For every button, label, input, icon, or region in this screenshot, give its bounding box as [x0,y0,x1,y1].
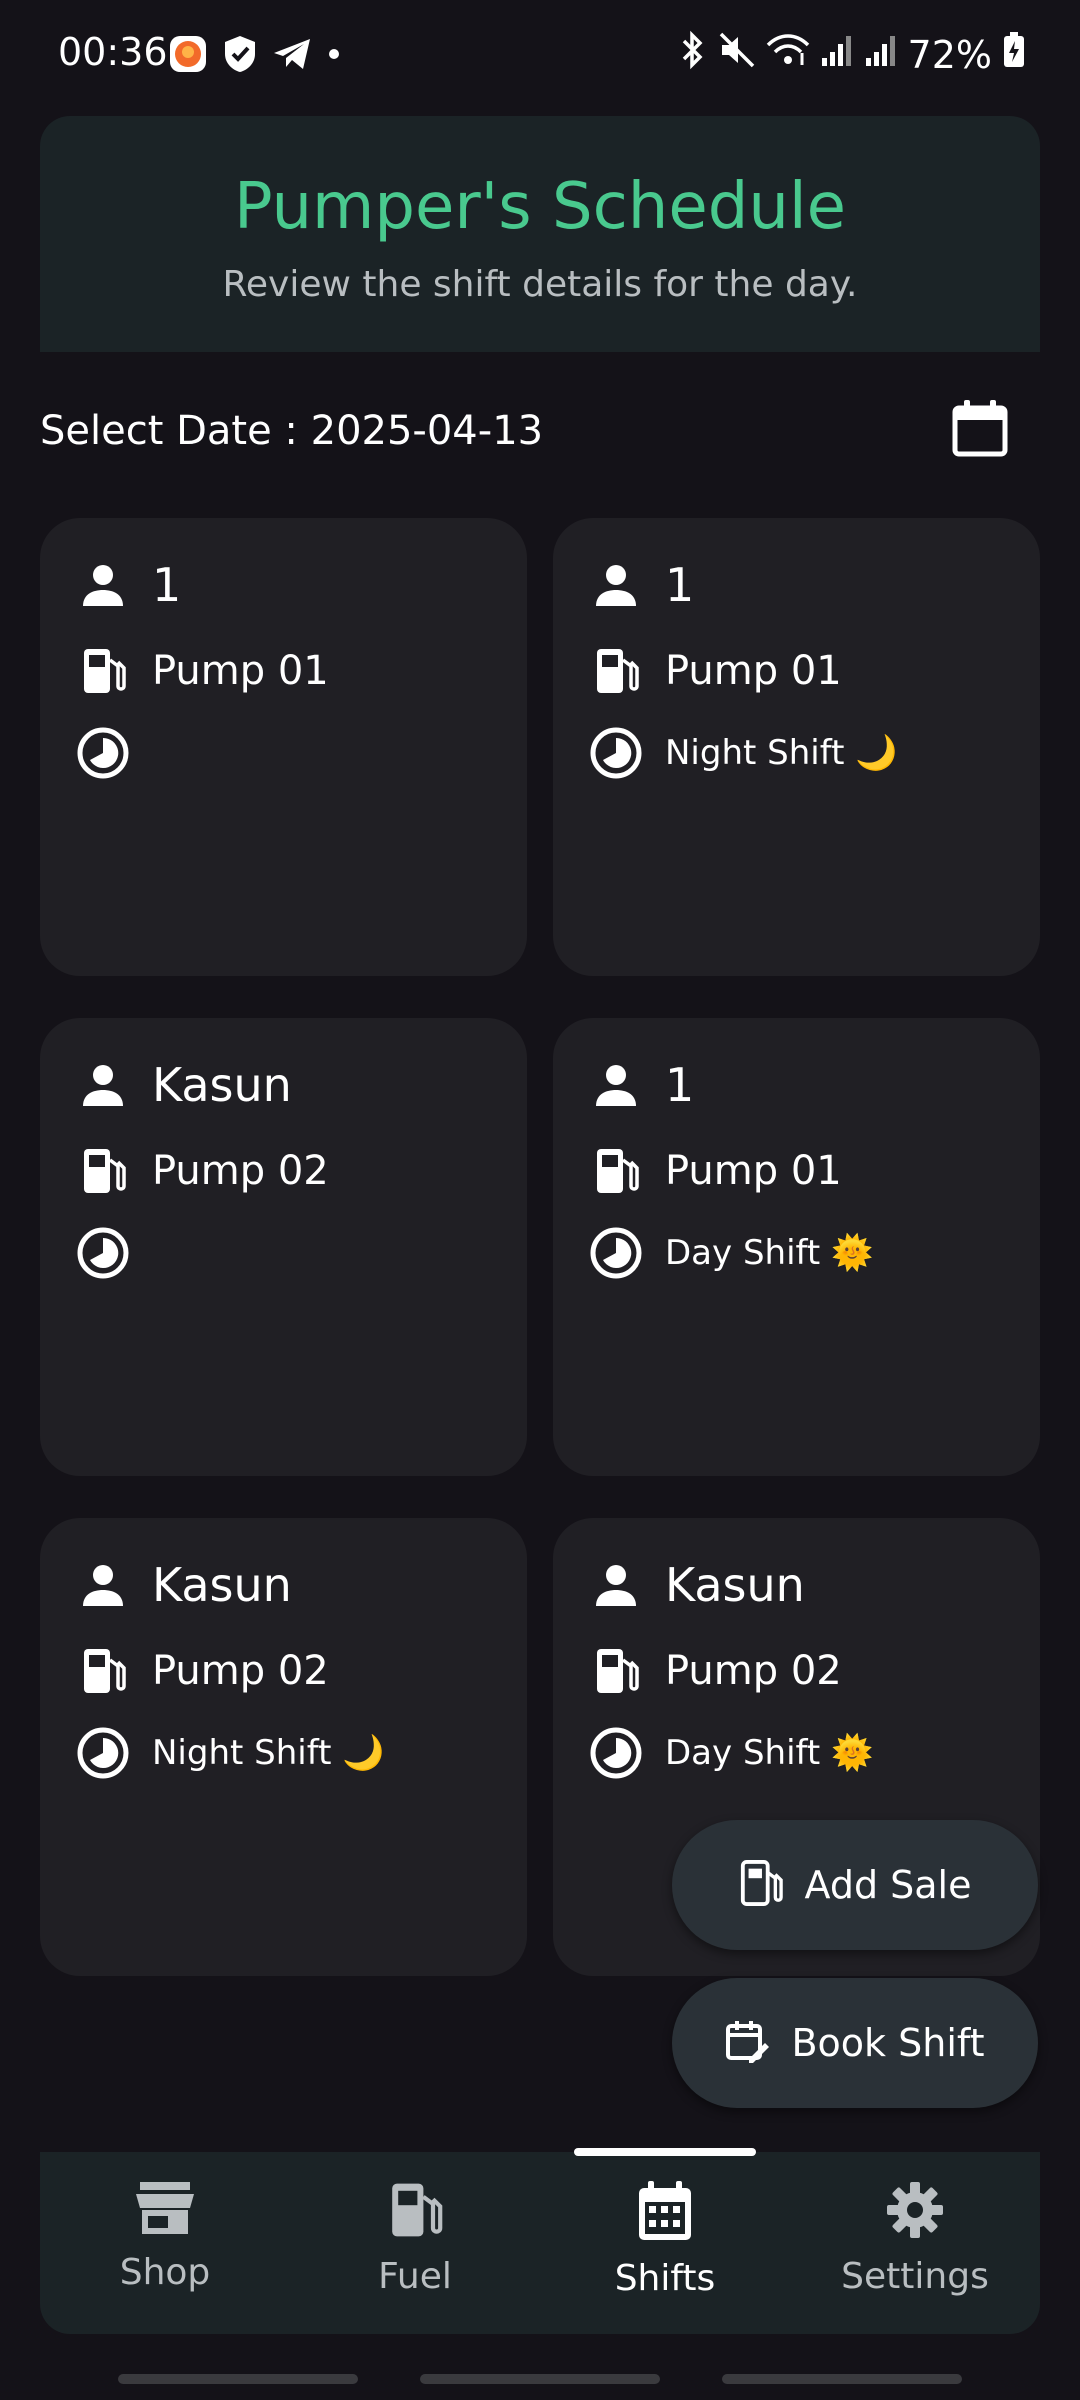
telegram-icon [272,36,312,76]
system-status: 72% [678,30,1026,79]
pumper-name: 1 [665,558,695,612]
pump-label: Pump 02 [665,1648,842,1694]
book-shift-label: Book Shift [791,2021,985,2065]
shift-clock-icon [589,1726,643,1780]
shift-clock-icon [589,726,643,780]
date-selector: Select Date : 2025-04-13 [40,398,1040,478]
shift-label: Day Shift 🌞 [665,1733,874,1773]
shift-card[interactable]: 1 Pump 01 Night Shift 🌙 [553,518,1040,976]
pumper-name: 1 [665,1058,695,1112]
shift-card[interactable]: 1 Pump 01 [40,518,527,976]
select-date-label: Select Date : 2025-04-13 [40,408,544,454]
fuel-pump-icon [589,1644,643,1698]
calendar-icon [636,2180,694,2246]
nav-label: Settings [841,2256,989,2297]
person-icon [76,1058,130,1112]
person-icon [589,1558,643,1612]
pumper-name: Kasun [665,1558,805,1612]
calendar-button[interactable] [950,398,1010,458]
nav-item-shop[interactable]: Shop [40,2180,290,2293]
person-icon [76,1558,130,1612]
recent-apps-gesture[interactable] [118,2374,358,2384]
bottom-navigation: Shop Fuel Shifts Settings [40,2148,1040,2334]
fuel-pump-icon [387,2180,443,2244]
pumper-name: Kasun [152,1058,292,1112]
wifi-icon [766,31,810,78]
shift-clock-icon [589,1226,643,1280]
fuel-pump-icon [589,1144,643,1198]
page-subtitle: Review the shift details for the day. [222,264,858,305]
fuel-pump-icon [76,1644,130,1698]
pump-label: Pump 01 [665,648,842,694]
signal-icon [820,33,854,77]
shift-label: Day Shift 🌞 [665,1233,874,1273]
store-icon [134,2180,196,2240]
page-title: Pumper's Schedule [233,170,847,244]
fuel-pump-icon [76,644,130,698]
nav-label: Fuel [378,2256,452,2297]
shield-icon [222,34,258,78]
battery-icon [1002,31,1026,78]
shift-clock-icon [76,1726,130,1780]
calendar-icon [952,400,1008,457]
nav-item-shifts[interactable]: Shifts [540,2180,790,2299]
notification-icons [168,34,342,78]
battery-percent: 72% [907,32,992,77]
nav-label: Shifts [614,2258,716,2299]
fuel-pump-icon [76,1144,130,1198]
mute-icon [718,31,756,78]
book-shift-button[interactable]: Book Shift [672,1978,1038,2108]
nav-item-settings[interactable]: Settings [790,2180,1040,2297]
active-tab-indicator [574,2148,756,2156]
home-gesture[interactable] [420,2374,660,2384]
pump-label: Pump 02 [152,1648,329,1694]
person-icon [589,558,643,612]
fuel-pump-icon [589,644,643,698]
person-icon [76,558,130,612]
shift-clock-icon [76,1226,130,1280]
pumper-name: 1 [152,558,182,612]
shift-card[interactable]: Kasun Pump 02 [40,1018,527,1476]
bluetooth-icon [678,30,708,79]
status-time: 00:36 [58,30,168,74]
fuel-pump-icon [739,1859,783,1911]
shift-card[interactable]: 1 Pump 01 Day Shift 🌞 [553,1018,1040,1476]
dot-icon [326,46,342,66]
nav-item-fuel[interactable]: Fuel [290,2180,540,2297]
back-gesture[interactable] [722,2374,962,2384]
nav-label: Shop [119,2252,211,2293]
shift-label: Night Shift 🌙 [665,733,898,773]
schedule-header: Pumper's Schedule Review the shift detai… [40,116,1040,352]
signal-icon-2 [864,33,898,77]
shift-card[interactable]: Kasun Pump 02 Night Shift 🌙 [40,1518,527,1976]
app-notification-icon [168,34,208,78]
status-bar: 00:36 72% [0,0,1080,110]
calendar-edit-icon [725,2019,770,2067]
shift-label: Night Shift 🌙 [152,1733,385,1773]
shift-clock-icon [76,726,130,780]
pump-label: Pump 02 [152,1148,329,1194]
pumper-name: Kasun [152,1558,292,1612]
pump-label: Pump 01 [152,648,329,694]
add-sale-label: Add Sale [804,1863,972,1907]
gear-icon [885,2180,945,2244]
person-icon [589,1058,643,1112]
pump-label: Pump 01 [665,1148,842,1194]
add-sale-button[interactable]: Add Sale [672,1820,1038,1950]
